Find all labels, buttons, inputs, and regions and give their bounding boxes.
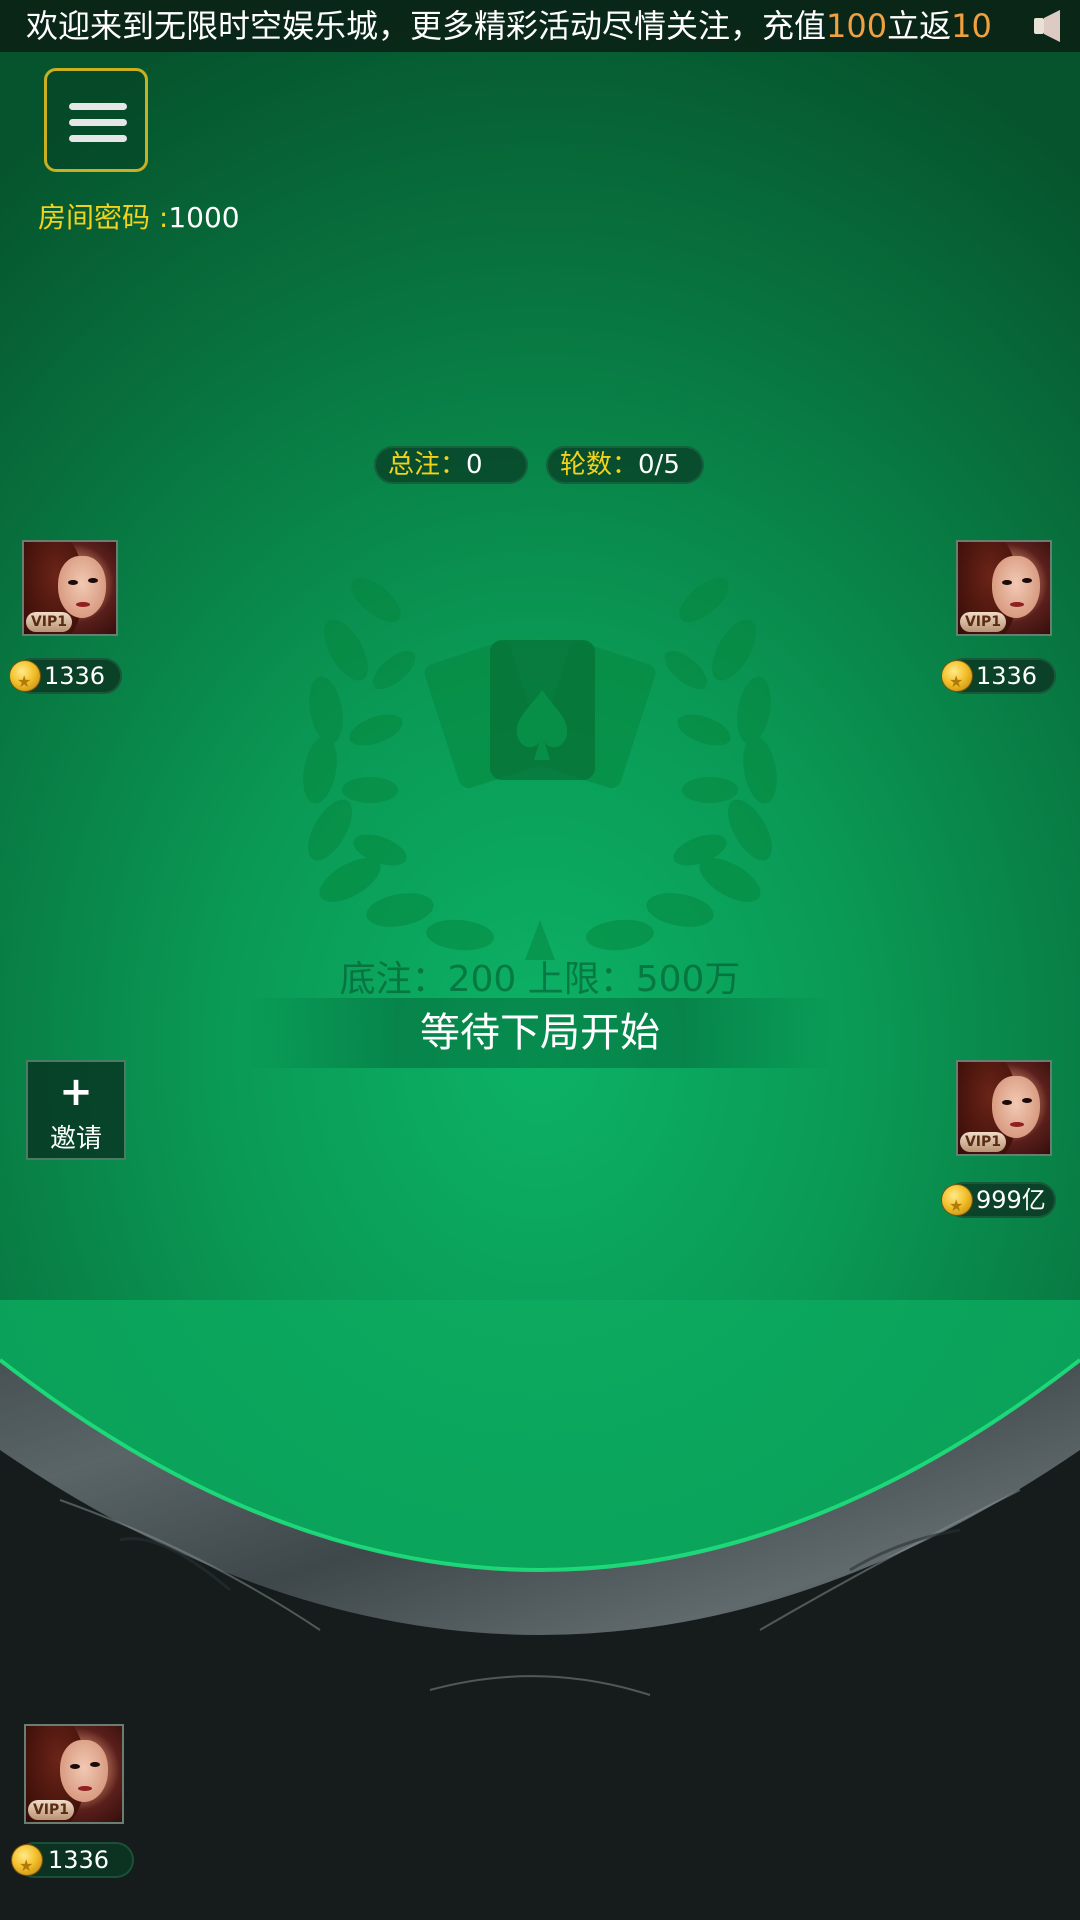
announcement-text: 欢迎来到无限时空娱乐城，更多精彩活动尽情关注，充值100立返10	[26, 0, 992, 52]
room-password-value: 1000	[168, 201, 240, 234]
coin-icon	[942, 1185, 972, 1224]
player-coins: 1336	[10, 658, 122, 700]
rounds-pill: 轮数：0/5	[546, 446, 704, 484]
player-avatar[interactable]: VIP1	[956, 1060, 1052, 1156]
total-bet-pill: 总注：0	[374, 446, 528, 484]
rounds-value: 0/5	[638, 450, 680, 480]
invite-label: 邀请	[49, 1124, 102, 1154]
player-avatar[interactable]: VIP1	[956, 540, 1052, 636]
menu-button[interactable]	[44, 68, 148, 172]
self-coins: 1336	[12, 1842, 134, 1884]
player-avatar[interactable]: VIP1	[22, 540, 118, 636]
table-emblem	[303, 577, 777, 960]
bet-info: 底注：200 上限：500万	[339, 959, 741, 1000]
total-bet-value: 0	[466, 450, 483, 480]
player-coins: 1336	[942, 658, 1056, 700]
vip-badge: VIP1	[26, 612, 72, 632]
announcement-amount: 10	[951, 7, 992, 45]
player-coins-value: 1336	[976, 662, 1038, 690]
announcement-text-part: 欢迎来到无限时空娱乐城，更多精彩活动尽情关注，充值	[26, 7, 827, 45]
invite-button[interactable]: + 邀请	[26, 1060, 126, 1160]
player-coins: 999亿	[942, 1182, 1056, 1224]
plus-icon: +	[59, 1069, 93, 1115]
announcement-text-part: 立返	[887, 7, 952, 45]
self-coins-value: 1336	[48, 1846, 110, 1874]
game-table: 欢迎来到无限时空娱乐城，更多精彩活动尽情关注，充值100立返10 房间密码 :1…	[0, 0, 1080, 1920]
player-coins-value: 1336	[44, 662, 106, 690]
room-password-label: 房间密码 :	[38, 201, 169, 234]
room-password: 房间密码 :1000	[38, 196, 240, 236]
announcement-marquee: 欢迎来到无限时空娱乐城，更多精彩活动尽情关注，充值100立返10	[0, 0, 1080, 52]
vip-badge: VIP1	[28, 1800, 74, 1820]
total-bet-label: 总注：	[388, 450, 467, 480]
menu-icon	[69, 103, 127, 110]
vip-badge: VIP1	[960, 612, 1006, 632]
speaker-icon[interactable]	[1030, 8, 1066, 44]
table-rim	[0, 1300, 1080, 1920]
coin-icon	[942, 661, 972, 700]
player-coins-value: 999亿	[976, 1186, 1046, 1214]
announcement-amount: 100	[826, 7, 888, 45]
menu-icon	[69, 135, 127, 142]
self-avatar[interactable]: VIP1	[24, 1724, 124, 1824]
vip-badge: VIP1	[960, 1132, 1006, 1152]
coin-icon	[10, 661, 40, 700]
wait-message: 等待下局开始	[250, 998, 830, 1068]
rounds-label: 轮数：	[560, 450, 639, 480]
coin-icon	[12, 1845, 42, 1884]
menu-icon	[69, 119, 127, 126]
